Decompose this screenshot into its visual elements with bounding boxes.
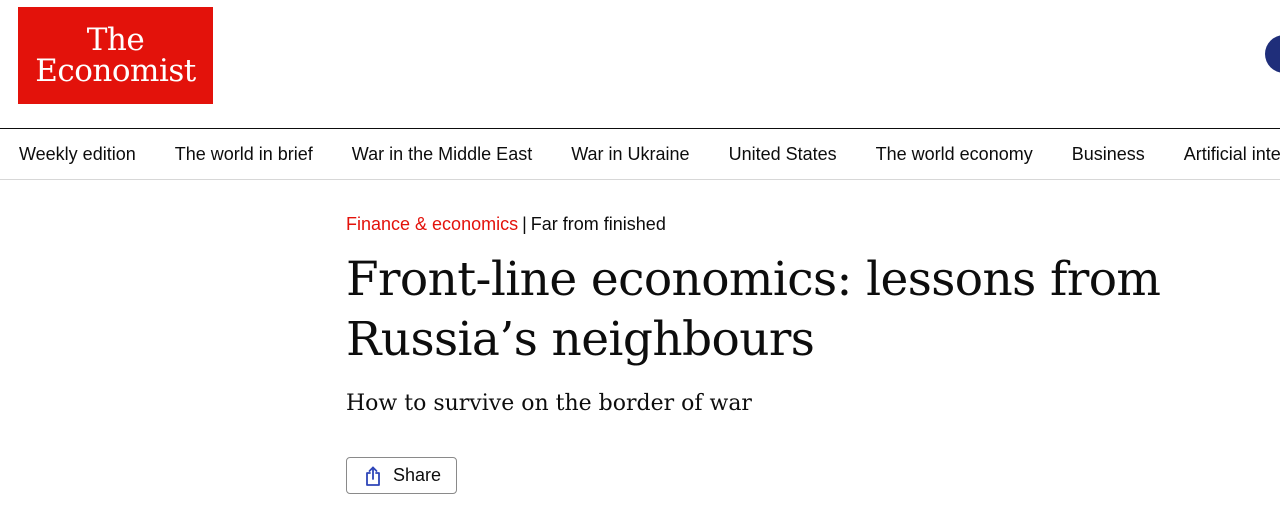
share-button[interactable]: Share [346,457,457,494]
article-header: Finance & economics | Far from finished Fr… [346,210,1246,494]
account-icon[interactable] [1265,35,1280,73]
share-label: Share [393,465,442,485]
nav-item-world-in-brief[interactable]: The world in brief [175,144,313,165]
main-navigation: Weekly edition The world in brief War in… [0,128,1280,180]
economist-logo[interactable]: The Economist [18,7,213,104]
logo-text-economist: Economist [35,52,196,89]
nav-item-weekly-edition[interactable]: Weekly edition [19,144,136,165]
nav-item-business[interactable]: Business [1072,144,1145,165]
section-link[interactable]: Finance & economics [346,214,518,234]
logo-text-the: The [86,21,145,58]
article-standfirst: How to survive on the border of war [346,391,752,416]
rubric-separator: | [522,214,527,234]
nav-item-united-states[interactable]: United States [729,144,837,165]
nav-item-artificial-intelligence[interactable]: Artificial intelligence [1184,144,1280,165]
nav-item-war-middle-east[interactable]: War in the Middle East [352,144,532,165]
share-icon [364,466,382,486]
nav-list: Weekly edition The world in brief War in… [0,129,1280,179]
article-rubric: Finance & economics | Far from finished [346,210,1246,238]
article-headline: Front-line economics: lessons from Russi… [346,252,1161,367]
nav-item-world-economy[interactable]: The world economy [876,144,1033,165]
nav-item-war-ukraine[interactable]: War in Ukraine [571,144,689,165]
flytitle: Far from finished [530,214,666,234]
